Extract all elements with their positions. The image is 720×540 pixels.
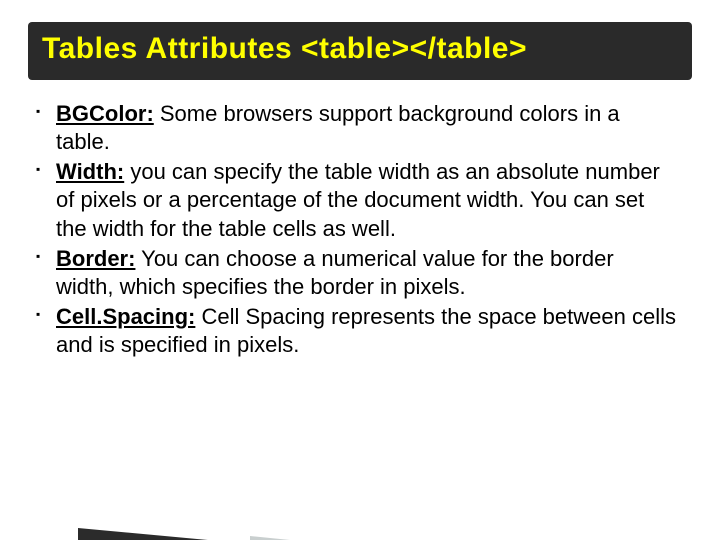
attr-desc: You can choose a numerical value for the… [56, 246, 614, 299]
list-item: BGColor: Some browsers support backgroun… [56, 100, 676, 156]
slide-body: BGColor: Some browsers support backgroun… [56, 100, 676, 359]
attr-name: Border: [56, 246, 135, 271]
list-item: Width: you can specify the table width a… [56, 158, 676, 242]
slide-decoration [0, 518, 420, 540]
triangle-gray-icon [250, 536, 410, 540]
attr-name: Width: [56, 159, 124, 184]
list-item: Border: You can choose a numerical value… [56, 245, 676, 301]
attr-name: BGColor: [56, 101, 154, 126]
list-item: Cell.Spacing: Cell Spacing represents th… [56, 303, 676, 359]
attr-name: Cell.Spacing: [56, 304, 195, 329]
slide-title: Tables Attributes <table></table> [42, 32, 678, 66]
attr-desc: you can specify the table width as an ab… [56, 159, 660, 240]
bullet-list: BGColor: Some browsers support backgroun… [56, 100, 676, 359]
slide-title-bar: Tables Attributes <table></table> [28, 22, 692, 80]
triangle-dark-icon [78, 528, 338, 540]
